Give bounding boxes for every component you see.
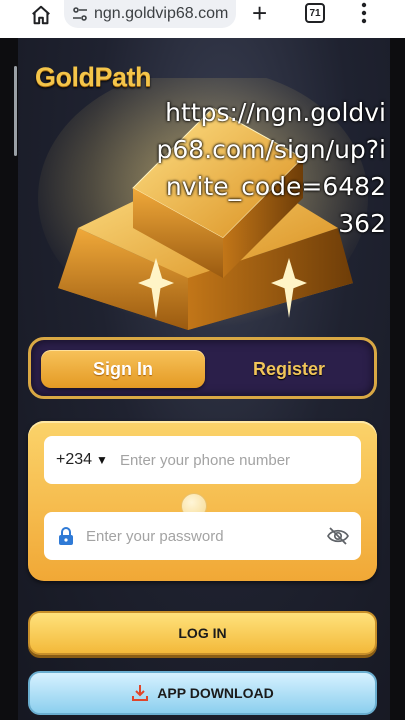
lock-icon [59, 527, 73, 545]
new-tab-button[interactable]: + [252, 0, 267, 26]
login-button[interactable]: LOG IN [28, 611, 377, 655]
url-bar[interactable]: ngn.goldvip68.com [64, 0, 236, 28]
brand-logo: GoldPath [35, 62, 152, 92]
invite-url-overlay: https://ngn.goldvip68.com/sign/up?invite… [156, 98, 386, 238]
app-download-label: APP DOWNLOAD [157, 685, 274, 701]
login-form: +234 ▼ [28, 421, 377, 581]
more-menu-icon[interactable] [360, 2, 368, 24]
phone-input[interactable] [119, 451, 320, 469]
login-button-label: LOG IN [178, 625, 227, 641]
site-settings-icon[interactable] [72, 6, 88, 22]
tab-register[interactable]: Register [209, 350, 369, 388]
app-download-button[interactable]: APP DOWNLOAD [28, 671, 377, 715]
auth-tabs: Sign In Register [28, 337, 377, 399]
country-code-select[interactable]: +234 [56, 451, 92, 469]
caret-down-icon[interactable]: ▼ [96, 453, 108, 467]
password-field [44, 512, 361, 560]
tab-sign-in[interactable]: Sign In [41, 350, 205, 388]
password-input[interactable] [86, 527, 286, 545]
browser-toolbar: ngn.goldvip68.com + 71 [0, 0, 405, 38]
page-margin-right [390, 38, 405, 720]
phone-field: +234 ▼ [44, 436, 361, 484]
download-icon [132, 685, 149, 701]
tab-count: 71 [309, 7, 321, 19]
app-container: GoldPath https://ngn.goldvip68.com/sign/… [18, 38, 390, 720]
scrollbar[interactable] [14, 66, 17, 156]
tab-switcher-button[interactable]: 71 [305, 3, 325, 23]
home-icon[interactable] [30, 4, 52, 26]
eye-off-icon[interactable] [327, 526, 349, 546]
url-text: ngn.goldvip68.com [94, 5, 229, 22]
